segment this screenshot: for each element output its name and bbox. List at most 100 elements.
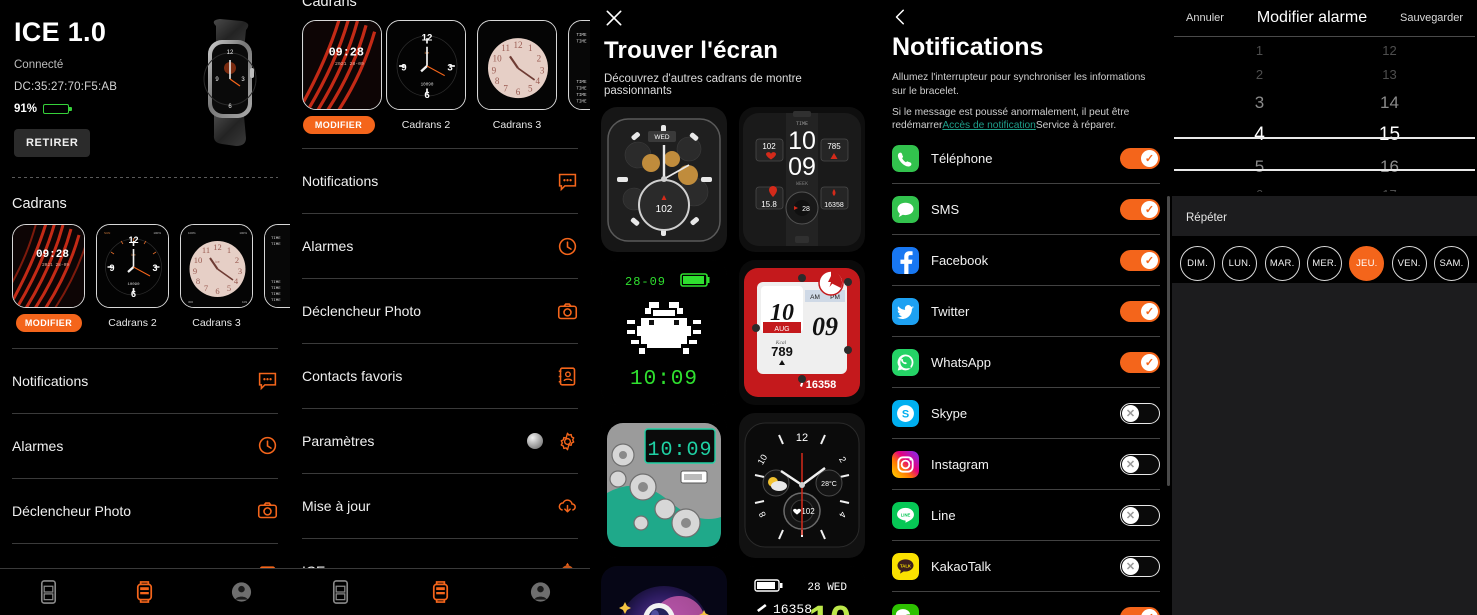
watch-face-item[interactable]: 12 1 2 345 678 9 10 11 Cadrans 3 <box>477 20 557 134</box>
watch-face-thumb-2[interactable]: 12 9 3 6 ice 10090 SUN 100% <box>96 223 169 308</box>
menu-item-notifications[interactable]: Notifications <box>290 149 590 213</box>
watch-face-thumb-1[interactable]: 09:28 2021 28-09 <box>302 20 382 110</box>
gallery-face-stats-digital[interactable]: 28 WED 16358 785 10 09 <box>739 566 865 615</box>
day-toggle-wednesday[interactable]: MER. <box>1306 246 1342 281</box>
save-button[interactable]: Sauvegarder <box>1400 12 1463 24</box>
minute-option[interactable]: 16 <box>1362 151 1418 183</box>
notification-toggle[interactable]: ✕ <box>1120 453 1160 475</box>
notification-toggle[interactable]: ✕ <box>1120 402 1160 424</box>
watch-face-item[interactable]: 12 1 2 345 678 9 10 11 ice 100% 100% 300 109 <box>180 223 253 332</box>
gallery-face-astronaut[interactable]: ICE <box>601 566 727 615</box>
watch-face-thumb-1[interactable]: 09:28 2021 28-09 <box>12 223 85 308</box>
notification-toggle[interactable]: ✓ <box>1120 198 1160 220</box>
day-toggle-friday[interactable]: VEN. <box>1391 246 1427 281</box>
notification-toggle[interactable]: ✕ <box>1120 555 1160 577</box>
watch-face-thumb-2[interactable]: 12 9 3 6 ice 10090 <box>386 20 466 110</box>
svg-text:09: 09 <box>788 153 816 181</box>
gallery-face-pixel-crab[interactable]: 28-09 10:09 <box>601 260 727 405</box>
notification-row-skype[interactable]: S Skype ✕ <box>892 388 1160 438</box>
chat-bubble-icon <box>558 173 577 191</box>
notification-row-kakaotalk[interactable]: TALK KakaoTalk ✕ <box>892 541 1160 591</box>
notification-toggle[interactable]: ✕ <box>1120 504 1160 526</box>
watch-tab-icon[interactable] <box>429 579 452 605</box>
back-chevron-icon[interactable] <box>892 8 910 26</box>
hour-option[interactable]: 6 <box>1232 183 1288 192</box>
devices-tab-icon[interactable] <box>329 579 352 605</box>
gear-icon <box>560 432 575 450</box>
close-icon[interactable] <box>604 8 624 28</box>
menu-item-firmware-update[interactable]: Mise à jour <box>290 474 590 538</box>
remove-device-button[interactable]: RETIRER <box>14 128 91 157</box>
notification-row-twitter[interactable]: Twitter ✓ <box>892 286 1160 336</box>
modify-face-button[interactable]: MODIFIER <box>15 313 82 332</box>
hour-option[interactable]: 5 <box>1232 151 1288 183</box>
menu-item-notifications[interactable]: Notifications <box>0 349 290 413</box>
notification-row-whatsapp[interactable]: WhatsApp ✓ <box>892 337 1160 387</box>
notification-row-wechat[interactable]: ✓ <box>892 592 1160 615</box>
watch-face-label: Ca <box>264 317 290 329</box>
day-toggle-saturday[interactable]: SAM. <box>1433 246 1469 281</box>
day-toggle-monday[interactable]: LUN. <box>1222 246 1258 281</box>
minute-option[interactable]: 12 <box>1362 39 1418 63</box>
time-picker[interactable]: 1 2 3 4 5 6 7 12 13 14 15 16 17 18 <box>1172 37 1477 192</box>
notification-toggle[interactable]: ✓ <box>1120 351 1160 373</box>
day-toggle-sunday[interactable]: DIM. <box>1180 246 1215 281</box>
bottom-navigation-bar[interactable] <box>290 568 590 615</box>
menu-item-alarms[interactable]: Alarmes <box>0 414 290 478</box>
vertical-scrollbar[interactable] <box>1167 196 1170 486</box>
notification-toggle[interactable]: ✓ <box>1120 147 1160 169</box>
watch-face-thumb-3[interactable]: 12 1 2 345 678 9 10 11 <box>477 20 557 110</box>
notification-row-facebook[interactable]: Facebook ✓ <box>892 235 1160 285</box>
notification-toggle[interactable]: ✓ <box>1120 249 1160 271</box>
hour-option[interactable]: 2 <box>1232 63 1288 87</box>
watch-face-thumb-4[interactable]: TIMETIME TIMETIME TIMETIME 0 <box>264 223 290 308</box>
notifications-note-2: Si le message est poussé anormalement, i… <box>892 106 1160 134</box>
minute-option[interactable]: 13 <box>1362 63 1418 87</box>
watch-face-gallery[interactable]: WED 102 TIME 10 09 102 785 15.8 16358 WE… <box>590 97 880 615</box>
watch-tab-icon[interactable] <box>133 579 156 605</box>
minute-option[interactable]: 17 <box>1362 183 1418 192</box>
watch-face-item[interactable]: 12 9 3 6 ice 10090 SUN 100% Cadrans 2 <box>96 223 169 332</box>
gallery-face-steampunk-gears[interactable]: 10:09 <box>601 413 727 558</box>
minute-option-selected[interactable]: 15 <box>1362 119 1418 151</box>
notification-apps-list[interactable]: Téléphone ✓ SMS ✓ Facebook ✓ Twitter ✓ W… <box>880 133 1172 615</box>
notification-row-instagram[interactable]: Instagram ✕ <box>892 439 1160 489</box>
notification-toggle[interactable]: ✓ <box>1120 606 1160 615</box>
menu-item-photo-shutter[interactable]: Déclencheur Photo <box>0 479 290 543</box>
notification-row-line[interactable]: LINE Line ✕ <box>892 490 1160 540</box>
menu-item-settings[interactable]: Paramètres <box>290 409 590 473</box>
modify-face-button[interactable]: MODIFIER <box>302 116 375 134</box>
profile-tab-icon[interactable] <box>230 579 253 605</box>
hour-option[interactable]: 3 <box>1232 87 1288 119</box>
watch-face-item[interactable]: 09:28 2021 28-09 MODIFIER <box>12 223 85 332</box>
hour-option-selected[interactable]: 4 <box>1232 119 1288 151</box>
hour-option[interactable]: 1 <box>1232 39 1288 63</box>
day-toggle-tuesday[interactable]: MAR. <box>1264 246 1300 281</box>
notification-toggle[interactable]: ✓ <box>1120 300 1160 322</box>
notification-access-link[interactable]: Accès de notification <box>942 120 1035 131</box>
minute-option[interactable]: 14 <box>1362 87 1418 119</box>
toggle-knob: ✕ <box>1122 557 1139 575</box>
gallery-face-tactical-digital[interactable]: TIME 10 09 102 785 15.8 16358 WEEK 28 <box>739 107 865 252</box>
watch-face-item[interactable]: TIMETIME TIMETIME TIMETIME 0 Ca <box>264 223 290 332</box>
bottom-navigation-bar[interactable] <box>0 568 290 615</box>
devices-tab-icon[interactable] <box>37 579 60 605</box>
notification-row-sms[interactable]: SMS ✓ <box>892 184 1160 234</box>
watch-face-thumb-3[interactable]: 12 1 2 345 678 9 10 11 ice 100% 100% 300 109 <box>180 223 253 308</box>
gallery-face-weather-analog[interactable]: 12 10 2 8 4 28°C 102 <box>739 413 865 558</box>
watch-face-item[interactable]: 09:28 2021 28-09 MODIFIER <box>302 20 382 134</box>
watch-faces-strip[interactable]: 09:28 2021 28-09 MODIFIER 12 9 3 6 10090… <box>0 212 290 332</box>
watch-face-item[interactable]: 12 9 3 6 ice 10090 Cadrans 2 <box>386 20 466 134</box>
menu-item-favorite-contacts[interactable]: Contacts favoris <box>290 344 590 408</box>
gallery-face-gears-analog[interactable]: WED 102 <box>601 107 727 252</box>
menu-item-alarms[interactable]: Alarmes <box>290 214 590 278</box>
watch-faces-strip[interactable]: 09:28 2021 28-09 MODIFIER 12 9 3 6 10090… <box>290 16 590 134</box>
profile-tab-icon[interactable] <box>529 579 552 605</box>
menu-item-photo-shutter[interactable]: Déclencheur Photo <box>290 279 590 343</box>
notification-row-phone[interactable]: Téléphone ✓ <box>892 133 1160 183</box>
watch-face-item[interactable]: TIMETIME TIMETIME TIMETIME 0 Ca <box>568 20 590 134</box>
cancel-button[interactable]: Annuler <box>1186 12 1224 24</box>
day-toggle-thursday[interactable]: JEU. <box>1349 246 1385 281</box>
gallery-face-red-flip-clock[interactable]: 10 AUG AM PM 09 Kcal 789 16358 <box>739 260 865 405</box>
watch-face-thumb-4[interactable]: TIMETIME TIMETIME TIMETIME 0 <box>568 20 590 110</box>
